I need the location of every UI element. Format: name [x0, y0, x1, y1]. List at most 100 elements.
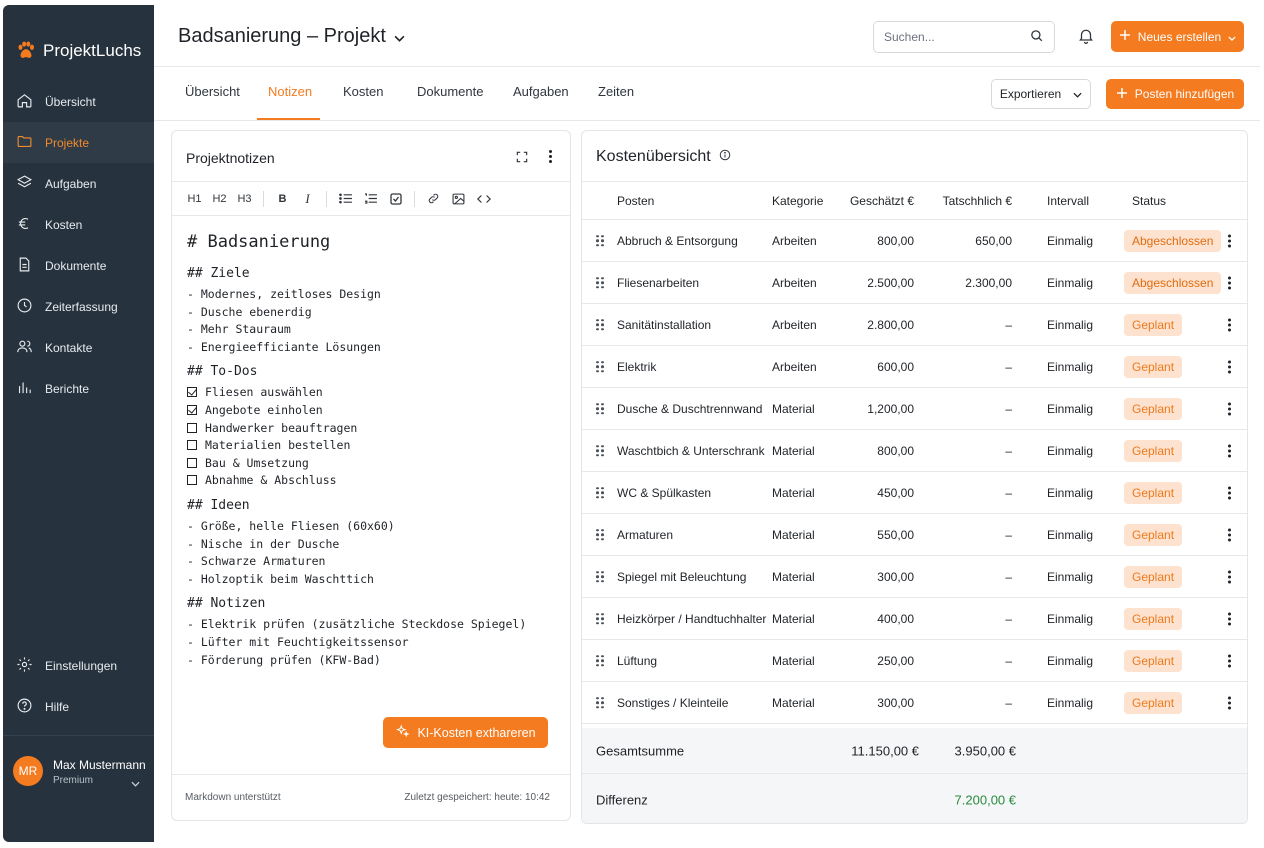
new-create-button[interactable]: Neues erstellen [1111, 21, 1244, 52]
add-item-button[interactable]: Posten hinzufügen [1106, 79, 1244, 109]
tab-zeiten[interactable]: Zeiten [598, 84, 634, 99]
export-button[interactable]: Exportieren [991, 79, 1091, 109]
tab-kosten[interactable]: Kosten [343, 84, 383, 99]
column-header-tatsaechlich[interactable]: Tatschhlich € [943, 194, 1012, 208]
checked-checkbox-icon[interactable] [187, 387, 197, 398]
checkbox-icon[interactable] [383, 187, 408, 211]
drag-handle-icon[interactable] [596, 402, 604, 415]
tab-aufgaben[interactable]: Aufgaben [513, 84, 569, 99]
tab-uebersicht[interactable]: Übersicht [185, 84, 240, 99]
more-vertical-icon[interactable] [1226, 612, 1232, 625]
drag-handle-icon[interactable] [596, 318, 604, 331]
tab-notizen[interactable]: Notizen [268, 84, 312, 99]
sidebar-item-uebersicht[interactable]: Übersicht [3, 81, 154, 122]
sidebar-item-dokumente[interactable]: Dokumente [3, 245, 154, 286]
info-icon[interactable] [719, 148, 731, 166]
heading2-button[interactable]: H2 [207, 187, 232, 211]
more-vertical-icon[interactable] [1226, 528, 1232, 541]
drag-handle-icon[interactable] [596, 696, 604, 709]
table-row[interactable]: Spiegel mit Beleuchtung Material 300,00 – Ei… [582, 556, 1247, 598]
list-item: - Dusche ebenerdig [187, 304, 312, 319]
search-box[interactable] [873, 21, 1055, 53]
checked-checkbox-icon[interactable] [187, 404, 197, 415]
more-vertical-icon[interactable] [1226, 486, 1232, 499]
more-vertical-icon[interactable] [1226, 444, 1232, 457]
code-icon[interactable] [471, 187, 496, 211]
italic-button[interactable]: I [295, 187, 320, 211]
bold-button[interactable]: B [270, 187, 295, 211]
table-row[interactable]: Waschtbich & Unterschrank Material 800,00 –… [582, 430, 1247, 472]
bell-icon[interactable] [1077, 26, 1095, 48]
cell-geschaetzt: 2.800,00 [867, 317, 914, 332]
image-icon[interactable] [446, 187, 471, 211]
table-row[interactable]: Fliesenarbeiten Arbeiten 2.500,00 2.300,00 E… [582, 262, 1247, 304]
cell-tatsaechlich: – [1005, 359, 1012, 374]
table-row[interactable]: Elektrik Arbeiten 600,00 – Einmalig Geplant [582, 346, 1247, 388]
sidebar-item-label: Übersicht [45, 94, 96, 109]
link-icon[interactable] [421, 187, 446, 211]
more-vertical-icon[interactable] [1226, 276, 1232, 289]
folder-icon [16, 133, 33, 153]
bullet-list-icon[interactable] [333, 187, 358, 211]
column-header-posten[interactable]: Posten [617, 194, 654, 208]
list-item: - Modernes, zeitloses Design [187, 287, 381, 301]
table-row[interactable]: Sonstiges / Kleinteile Material 300,00 – Ein… [582, 682, 1247, 724]
ai-extract-costs-button[interactable]: KI-Kosten exthareren [383, 717, 548, 748]
more-vertical-icon[interactable] [1226, 318, 1232, 331]
search-icon[interactable] [1029, 28, 1044, 46]
table-row[interactable]: Sanitätinstallation Arbeiten 2.800,00 – Einm… [582, 304, 1247, 346]
drag-handle-icon[interactable] [596, 360, 604, 373]
sidebar-item-kosten[interactable]: Kosten [3, 204, 154, 245]
more-vertical-icon[interactable] [1226, 360, 1232, 373]
unchecked-checkbox-icon[interactable] [187, 440, 197, 451]
user-profile[interactable]: MR Max Mustermann Premium [3, 735, 154, 842]
avatar: MR [13, 756, 43, 786]
sidebar-item-hilfe[interactable]: Hilfe [3, 686, 154, 727]
drag-handle-icon[interactable] [596, 234, 604, 247]
project-title-dropdown[interactable]: Badsanierung – Projekt [178, 25, 405, 48]
drag-handle-icon[interactable] [596, 612, 604, 625]
sidebar-item-aufgaben[interactable]: Aufgaben [3, 163, 154, 204]
sidebar-item-kontakte[interactable]: Kontakte [3, 327, 154, 368]
column-header-geschaetzt[interactable]: Geschätzt € [850, 194, 914, 208]
more-vertical-icon[interactable] [1226, 234, 1232, 247]
heading1-button[interactable]: H1 [182, 187, 207, 211]
numbered-list-icon[interactable] [358, 187, 383, 211]
heading3-button[interactable]: H3 [232, 187, 257, 211]
unchecked-checkbox-icon[interactable] [187, 422, 197, 433]
table-row[interactable]: Dusche & Duschtrennwand Material 1,200,00 –… [582, 388, 1247, 430]
more-vertical-icon[interactable] [547, 150, 553, 163]
drag-handle-icon[interactable] [596, 486, 604, 499]
sidebar-item-berichte[interactable]: Berichte [3, 368, 154, 409]
sidebar-item-zeiterfassung[interactable]: Zeiterfassung [3, 286, 154, 327]
sidebar-item-projekte[interactable]: Projekte [3, 122, 154, 163]
chevron-down-icon[interactable] [131, 776, 140, 790]
list-item: - Nische in der Dusche [187, 536, 340, 551]
sidebar-item-einstellungen[interactable]: Einstellungen [3, 645, 154, 686]
table-row[interactable]: Abbruch & Entsorgung Arbeiten 800,00 650,00… [582, 220, 1247, 262]
more-vertical-icon[interactable] [1226, 696, 1232, 709]
search-input[interactable] [884, 30, 1014, 44]
column-header-status[interactable]: Status [1132, 194, 1166, 208]
drag-handle-icon[interactable] [596, 444, 604, 457]
table-row[interactable]: Lüftung Material 250,00 – Einmalig Geplant [582, 640, 1247, 682]
column-header-intervall[interactable]: Intervall [1047, 194, 1089, 208]
table-row[interactable]: WC & Spülkasten Material 450,00 – Einmalig Ge… [582, 472, 1247, 514]
drag-handle-icon[interactable] [596, 528, 604, 541]
more-vertical-icon[interactable] [1226, 654, 1232, 667]
more-vertical-icon[interactable] [1226, 402, 1232, 415]
fullscreen-icon[interactable] [515, 150, 529, 167]
tab-dokumente[interactable]: Dokumente [417, 84, 483, 99]
cell-intervall: Einmalig [1047, 695, 1094, 710]
drag-handle-icon[interactable] [596, 570, 604, 583]
table-row[interactable]: Armaturen Material 550,00 – Einmalig Geplant [582, 514, 1247, 556]
more-vertical-icon[interactable] [1226, 570, 1232, 583]
unchecked-checkbox-icon[interactable] [187, 457, 197, 468]
drag-handle-icon[interactable] [596, 654, 604, 667]
markdown-editor[interactable]: # Badsanierung ## Ziele - Modernes, zeit… [172, 216, 570, 670]
unchecked-checkbox-icon[interactable] [187, 475, 197, 486]
column-header-kategorie[interactable]: Kategorie [772, 194, 823, 208]
table-row[interactable]: Heizkörper / Handtuchhalter Material 400,0… [582, 598, 1247, 640]
brand[interactable]: ProjektLuchs [3, 5, 154, 75]
drag-handle-icon[interactable] [596, 276, 604, 289]
